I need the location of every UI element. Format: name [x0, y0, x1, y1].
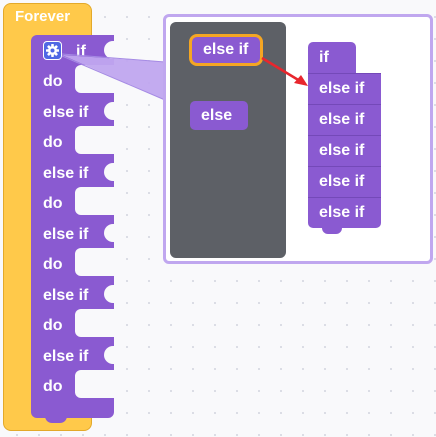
workspace-else-if-block[interactable]: else if: [308, 104, 381, 135]
workspace-else-if-block[interactable]: else if: [308, 73, 381, 104]
flyout-else-if-label: else if: [203, 41, 249, 58]
workspace-if-label: if: [319, 48, 329, 66]
flyout-else-block[interactable]: else: [190, 101, 248, 130]
workspace-else-if-block[interactable]: else if: [308, 135, 381, 166]
workspace-else-if-label: else if: [319, 142, 365, 159]
workspace-else-if-label: else if: [319, 80, 365, 97]
stack-bottom-notch: [322, 228, 342, 234]
drag-arrow: [261, 56, 308, 86]
workspace-else-if-label: else if: [319, 111, 365, 128]
workspace-else-if-block[interactable]: else if: [308, 197, 381, 228]
workspace-else-if-label: else if: [319, 204, 365, 221]
workspace-else-if-label: else if: [319, 173, 365, 190]
flyout-else-label: else: [201, 106, 233, 124]
workspace-if-block[interactable]: if: [308, 42, 356, 73]
flyout-else-if-block[interactable]: else if: [189, 34, 263, 66]
workspace-else-if-block[interactable]: else if: [308, 166, 381, 197]
